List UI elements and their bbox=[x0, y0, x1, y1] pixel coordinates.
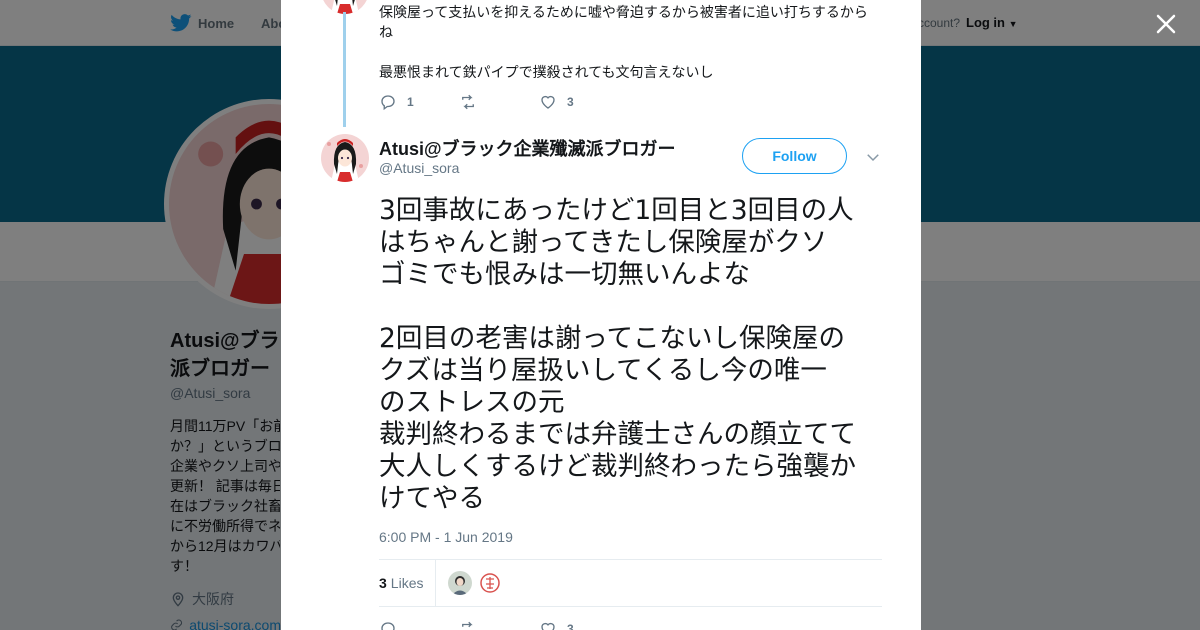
liker-avatar[interactable] bbox=[448, 571, 473, 595]
tweet-text-line: はちゃんと謝ってきたし保険屋がクソ bbox=[379, 227, 828, 258]
tweet-more-options-button[interactable] bbox=[864, 148, 882, 166]
heart-icon bbox=[541, 95, 555, 109]
like-button[interactable]: 3 bbox=[539, 620, 574, 630]
previous-tweet-text: 保険屋って支払いを抑えるために嘘や脅迫するから被害者に追い打ちするから ね 最悪… bbox=[379, 2, 879, 82]
previous-tweet-line: 保険屋って支払いを抑えるために嘘や脅迫するから被害者に追い打ちするから bbox=[379, 4, 868, 20]
tweet-author-handle[interactable]: @Atusi_sora bbox=[379, 160, 459, 176]
avatar-image bbox=[448, 571, 473, 595]
tweet-actions: 3 bbox=[379, 620, 574, 630]
retweet-icon bbox=[462, 94, 474, 110]
follow-button[interactable]: Follow bbox=[742, 138, 847, 174]
close-modal-button[interactable] bbox=[1154, 12, 1178, 36]
tweet-text-line: 裁判終わるまでは弁護士さんの顔立てて bbox=[379, 419, 856, 450]
tweet-text-line: ゴミでも恨みは一切無いんよな bbox=[379, 259, 750, 290]
chevron-down-icon bbox=[867, 154, 879, 162]
previous-tweet-actions: 1 3 bbox=[379, 93, 574, 111]
divider bbox=[379, 606, 882, 607]
like-count: 3 bbox=[567, 622, 574, 630]
tweet-timestamp[interactable]: 6:00 PM - 1 Jun 2019 bbox=[379, 529, 513, 545]
tweet-text-line: クズは当り屋扱いしてくるし今の唯一 bbox=[379, 355, 827, 386]
likes-stat-link[interactable]: 3 Likes bbox=[379, 560, 437, 606]
reply-icon bbox=[381, 95, 395, 111]
tweet-author-name[interactable]: Atusi@ブラック企業殲滅派ブロガー bbox=[379, 135, 676, 161]
retweet-icon bbox=[462, 621, 473, 628]
like-count: 3 bbox=[567, 95, 574, 109]
tweet-text: 3回事故にあったけど1回目と3回目の人 はちゃんと謝ってきたし保険屋がクソ ゴミ… bbox=[379, 195, 887, 515]
heart-icon bbox=[541, 622, 555, 630]
likes-count: 3 bbox=[379, 575, 387, 591]
tweet-stats: 3 Likes bbox=[379, 560, 503, 606]
retweet-button[interactable] bbox=[459, 93, 539, 111]
reply-icon bbox=[381, 622, 395, 630]
previous-tweet-line: 最悪恨まれて鉄パイプで撲殺されても文句言えないし bbox=[379, 64, 714, 80]
tweet-text-line: 2回目の老害は謝ってこないし保険屋の bbox=[379, 323, 846, 354]
tweet-text-line: 3回事故にあったけど1回目と3回目の人 bbox=[379, 195, 854, 226]
avatar-image bbox=[321, 134, 369, 182]
thread-connector-line bbox=[343, 12, 346, 127]
reply-button[interactable] bbox=[379, 620, 459, 630]
tweet-author-avatar[interactable] bbox=[321, 134, 369, 182]
previous-tweet-line bbox=[379, 42, 879, 62]
tweet-text-line: 大人しくするけど裁判終わったら強襲か bbox=[379, 451, 856, 482]
tweet-modal: 保険屋って支払いを抑えるために嘘や脅迫するから被害者に追い打ちするから ね 最悪… bbox=[281, 0, 921, 630]
like-button[interactable]: 3 bbox=[539, 93, 574, 111]
stamp-logo-avatar-image bbox=[478, 571, 503, 595]
close-icon bbox=[1156, 14, 1176, 34]
tweet-text-line: けてやる bbox=[379, 483, 485, 514]
reply-count: 1 bbox=[407, 95, 414, 109]
likes-label: Likes bbox=[390, 575, 424, 591]
liker-avatar[interactable] bbox=[478, 571, 503, 595]
likers-list bbox=[436, 571, 503, 595]
previous-tweet-line: ね bbox=[379, 24, 393, 40]
tweet-text-line: のストレスの元 bbox=[379, 387, 565, 418]
reply-button[interactable]: 1 bbox=[379, 93, 459, 111]
retweet-button[interactable] bbox=[459, 620, 539, 630]
